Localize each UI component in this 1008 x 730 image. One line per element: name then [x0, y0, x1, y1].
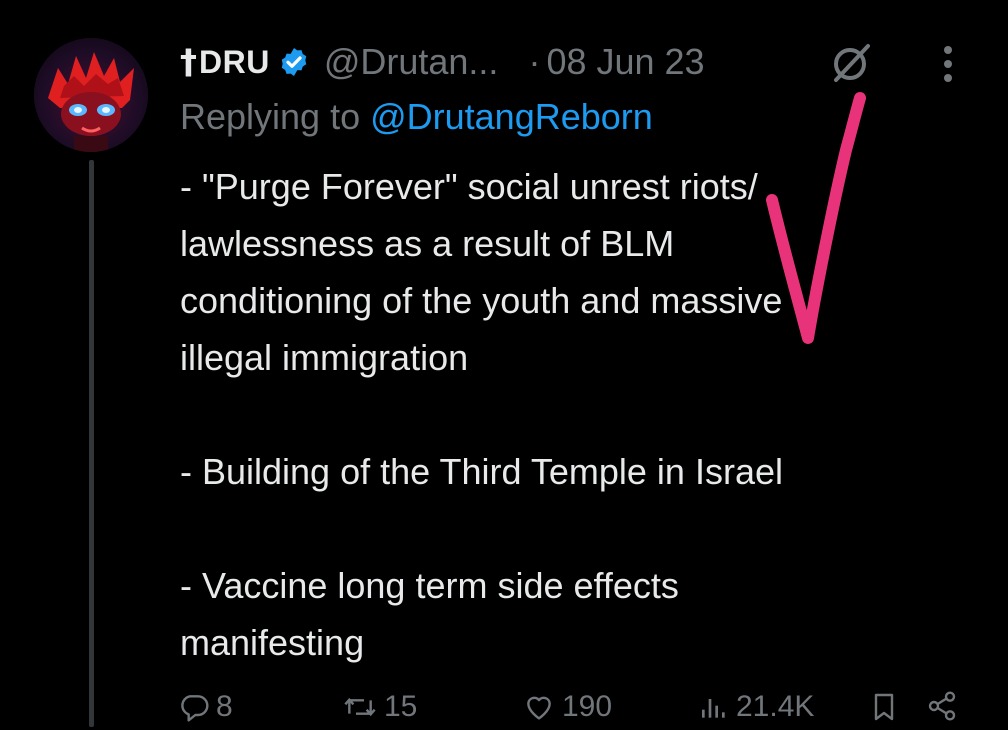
replying-to-label: Replying to [180, 96, 371, 137]
repost-button[interactable]: 15 [342, 690, 417, 724]
author-name[interactable]: DRU [199, 44, 270, 81]
tweet-paragraph-2: - Building of the Third Temple in Israel [180, 451, 783, 492]
bookmark-icon [874, 693, 894, 721]
reply-icon [181, 695, 209, 722]
share-button[interactable] [926, 690, 964, 722]
like-count: 190 [562, 690, 613, 723]
tweet-paragraph-1: - "Purge Forever" social unrest riots/ l… [180, 166, 783, 378]
verified-badge-icon[interactable] [278, 46, 310, 78]
author-handle[interactable]: @Drutan... [324, 41, 499, 83]
thread-connector-line [89, 160, 94, 727]
like-button[interactable]: 190 [522, 690, 612, 724]
more-options-icon[interactable] [940, 42, 956, 86]
separator-dot: · [528, 41, 541, 82]
name-cross-glyph: † [180, 42, 197, 82]
repost-icon [344, 697, 376, 717]
views-button[interactable]: 21.4K [698, 690, 814, 724]
repost-count: 15 [384, 690, 418, 723]
avatar[interactable] [34, 38, 148, 152]
tweet-paragraph-3: - Vaccine long term side effects manifes… [180, 565, 679, 663]
avatar-image [34, 38, 148, 152]
reply-count: 8 [216, 690, 233, 723]
share-icon [928, 691, 956, 721]
grok-icon[interactable] [828, 40, 874, 86]
replying-to-line: Replying to @DrutangReborn [180, 96, 653, 138]
tweet-actions-bar: 8 15 190 21.4K [178, 690, 978, 730]
reply-mention-link[interactable]: @DrutangReborn [370, 96, 653, 137]
tweet-date[interactable]: 08 Jun 23 [546, 41, 704, 83]
reply-button[interactable]: 8 [178, 690, 233, 724]
views-count: 21.4K [736, 690, 815, 723]
views-icon [702, 699, 725, 718]
bookmark-button[interactable] [868, 690, 906, 724]
tweet-header: † DRU @Drutan... · 08 Jun 23 [180, 36, 980, 88]
tweet-text: - "Purge Forever" social unrest riots/ l… [180, 158, 980, 671]
like-icon [527, 696, 551, 720]
